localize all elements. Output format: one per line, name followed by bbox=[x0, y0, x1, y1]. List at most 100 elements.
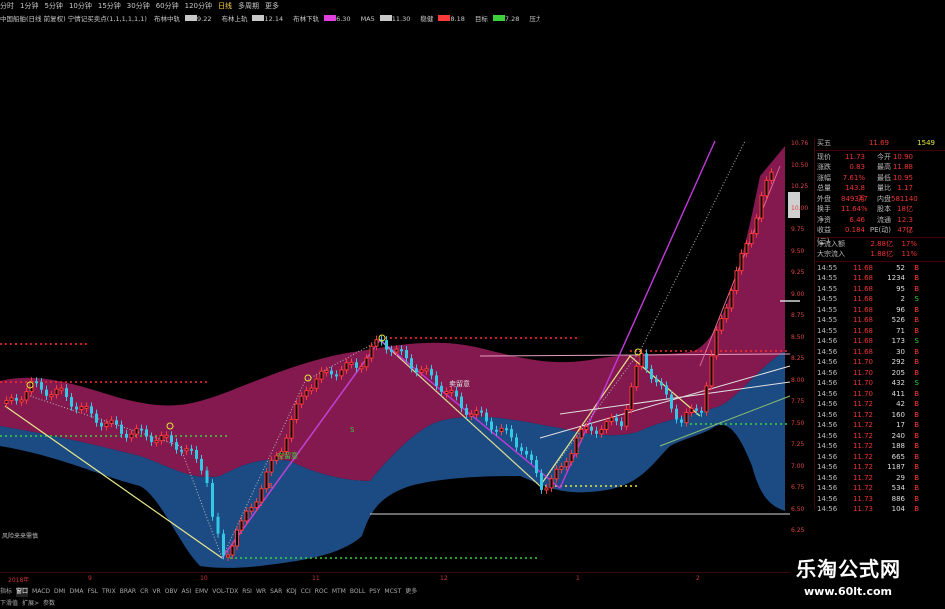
tick-row: 14:56 11.70 411 B bbox=[815, 389, 945, 400]
tick-row: 14:55 11.68 71 B bbox=[815, 326, 945, 337]
tick-row: 14:55 11.68 526 B bbox=[815, 315, 945, 326]
candle-body bbox=[574, 437, 579, 455]
indicator-tab-5[interactable]: FSL bbox=[88, 587, 99, 597]
indicator-item: 压力线8.65 bbox=[529, 13, 540, 25]
indicator-tab-3[interactable]: DMI bbox=[54, 587, 66, 597]
tick-price: 11.72 bbox=[852, 463, 873, 471]
indicator-tab-6[interactable]: TRIX bbox=[102, 587, 116, 597]
tick-volume: 96 bbox=[896, 305, 905, 314]
indicator-tab-14[interactable]: RSI bbox=[242, 587, 252, 597]
candle-body bbox=[349, 361, 354, 365]
label-short-caution: 空留意 bbox=[277, 451, 298, 460]
tick-volume: 104 bbox=[891, 505, 905, 513]
candle-body bbox=[390, 349, 393, 352]
indicator-tab-13[interactable]: VOL-TDX bbox=[212, 587, 238, 597]
indicator-tab-17[interactable]: KDJ bbox=[286, 587, 296, 597]
indicator-tab-21[interactable]: BOLL bbox=[350, 587, 365, 597]
candle-body bbox=[515, 437, 518, 448]
tick-price: 11.68 bbox=[852, 284, 873, 293]
indicator-tab-18[interactable]: CCI bbox=[301, 587, 311, 597]
period-tab-8[interactable]: 日线 bbox=[218, 0, 232, 12]
quote-value: 7.61% bbox=[842, 173, 865, 182]
tick-row: 14:56 11.73 104 B bbox=[815, 504, 945, 515]
indicator-tab-4[interactable]: DMA bbox=[70, 587, 84, 597]
price-tick-label: 6.25 bbox=[791, 527, 805, 534]
candle-body bbox=[104, 422, 109, 427]
tick-price: 11.70 bbox=[852, 379, 873, 387]
indicator-value: 9.22 bbox=[197, 15, 212, 23]
candle-body bbox=[675, 408, 678, 420]
candle-body bbox=[145, 429, 148, 437]
tick-row: 14:56 11.72 160 B bbox=[815, 410, 945, 421]
period-tab-5[interactable]: 30分钟 bbox=[127, 0, 150, 12]
candle-body bbox=[620, 421, 623, 427]
indicator-item: MA5 11.30 bbox=[361, 13, 416, 25]
tick-side: B bbox=[914, 263, 919, 272]
candle-body bbox=[254, 501, 259, 509]
candle-body bbox=[739, 252, 744, 272]
date-tick-label: 10 bbox=[200, 575, 208, 582]
quote-value-2: 47.7 bbox=[897, 226, 913, 234]
candle-body bbox=[200, 458, 203, 471]
price-tick-label: 9.50 bbox=[791, 247, 805, 255]
tick-row: 14:56 11.73 886 B bbox=[815, 494, 945, 505]
tick-side: B bbox=[914, 284, 919, 293]
candle-body bbox=[665, 385, 668, 395]
tick-volume: 665 bbox=[891, 452, 905, 461]
tick-volume: 1234 bbox=[887, 274, 905, 282]
indicator-item: 布林下轨 6.30 bbox=[293, 13, 355, 25]
indicator-tab-23[interactable]: MCST bbox=[384, 587, 401, 597]
indicator-tab-7[interactable]: BRAR bbox=[120, 587, 136, 597]
candle-body bbox=[680, 419, 683, 423]
indicator-tab-19[interactable]: ROC bbox=[315, 587, 328, 597]
candle-body bbox=[59, 387, 64, 391]
candle-body bbox=[15, 397, 18, 401]
tick-price: 11.73 bbox=[852, 494, 873, 503]
period-tab-9[interactable]: 多周期 bbox=[238, 0, 259, 12]
flow-row: 净流入额 2.88亿 17% bbox=[815, 239, 945, 250]
indicator-tab-0[interactable]: 指标 bbox=[0, 587, 12, 597]
indicator-tab-22[interactable]: PSY bbox=[369, 587, 380, 597]
indicator-tab-16[interactable]: SAR bbox=[270, 587, 282, 597]
candle-body bbox=[599, 428, 604, 435]
tick-side: B bbox=[914, 326, 919, 335]
indicator-tab-20[interactable]: MTM bbox=[332, 587, 346, 597]
indicator-tab-24[interactable]: 更多 bbox=[405, 587, 417, 597]
candle-body bbox=[595, 430, 598, 434]
indicator-tab-10[interactable]: OBV bbox=[165, 587, 178, 597]
period-tab-3[interactable]: 10分钟 bbox=[69, 0, 92, 12]
period-tab-0[interactable]: 分时 bbox=[0, 0, 14, 12]
period-tab-2[interactable]: 5分钟 bbox=[44, 0, 62, 12]
indicator-tab-11[interactable]: ASI bbox=[181, 587, 191, 597]
candle-body bbox=[175, 442, 178, 450]
period-tab-7[interactable]: 120分钟 bbox=[185, 0, 212, 12]
tick-time: 14:56 bbox=[817, 358, 838, 366]
indicator-tab-12[interactable]: EMV bbox=[195, 587, 208, 597]
period-tab-4[interactable]: 15分钟 bbox=[98, 0, 121, 12]
candle-body bbox=[284, 437, 289, 453]
tick-volume: 240 bbox=[891, 431, 905, 440]
sub-tab-1[interactable]: 扩展> bbox=[22, 600, 39, 607]
candle-body bbox=[629, 386, 634, 410]
tick-volume: 95 bbox=[896, 284, 905, 293]
sub-tab-2[interactable]: 参数 bbox=[43, 600, 55, 607]
candle-body bbox=[239, 520, 244, 531]
indicator-tab-8[interactable]: CR bbox=[140, 587, 148, 597]
candle-body bbox=[754, 217, 759, 235]
indicator-tab-15[interactable]: WR bbox=[256, 587, 266, 597]
indicator-tab-2[interactable]: MACD bbox=[32, 587, 50, 597]
indicator-tab-9[interactable]: VR bbox=[152, 587, 160, 597]
candlestick-chart[interactable]: 卖留意 空留意 B S bbox=[0, 26, 800, 571]
date-tick-label: 2018年 bbox=[8, 577, 30, 584]
sub-tab-0[interactable]: 下滑值 bbox=[0, 600, 18, 607]
period-tab-10[interactable]: 更多 bbox=[265, 0, 279, 12]
indicator-tab-1[interactable]: 窗口 bbox=[16, 587, 29, 597]
candle-body bbox=[324, 370, 329, 374]
ask5-label: 买五 bbox=[817, 139, 831, 147]
period-tab-1[interactable]: 1分钟 bbox=[20, 0, 38, 12]
tick-price: 11.68 bbox=[852, 263, 873, 272]
tick-time: 14:56 bbox=[817, 347, 838, 356]
quote-value-2: 10.90 bbox=[892, 152, 913, 161]
period-tab-6[interactable]: 60分钟 bbox=[156, 0, 179, 12]
indicator-swatch bbox=[324, 15, 337, 21]
